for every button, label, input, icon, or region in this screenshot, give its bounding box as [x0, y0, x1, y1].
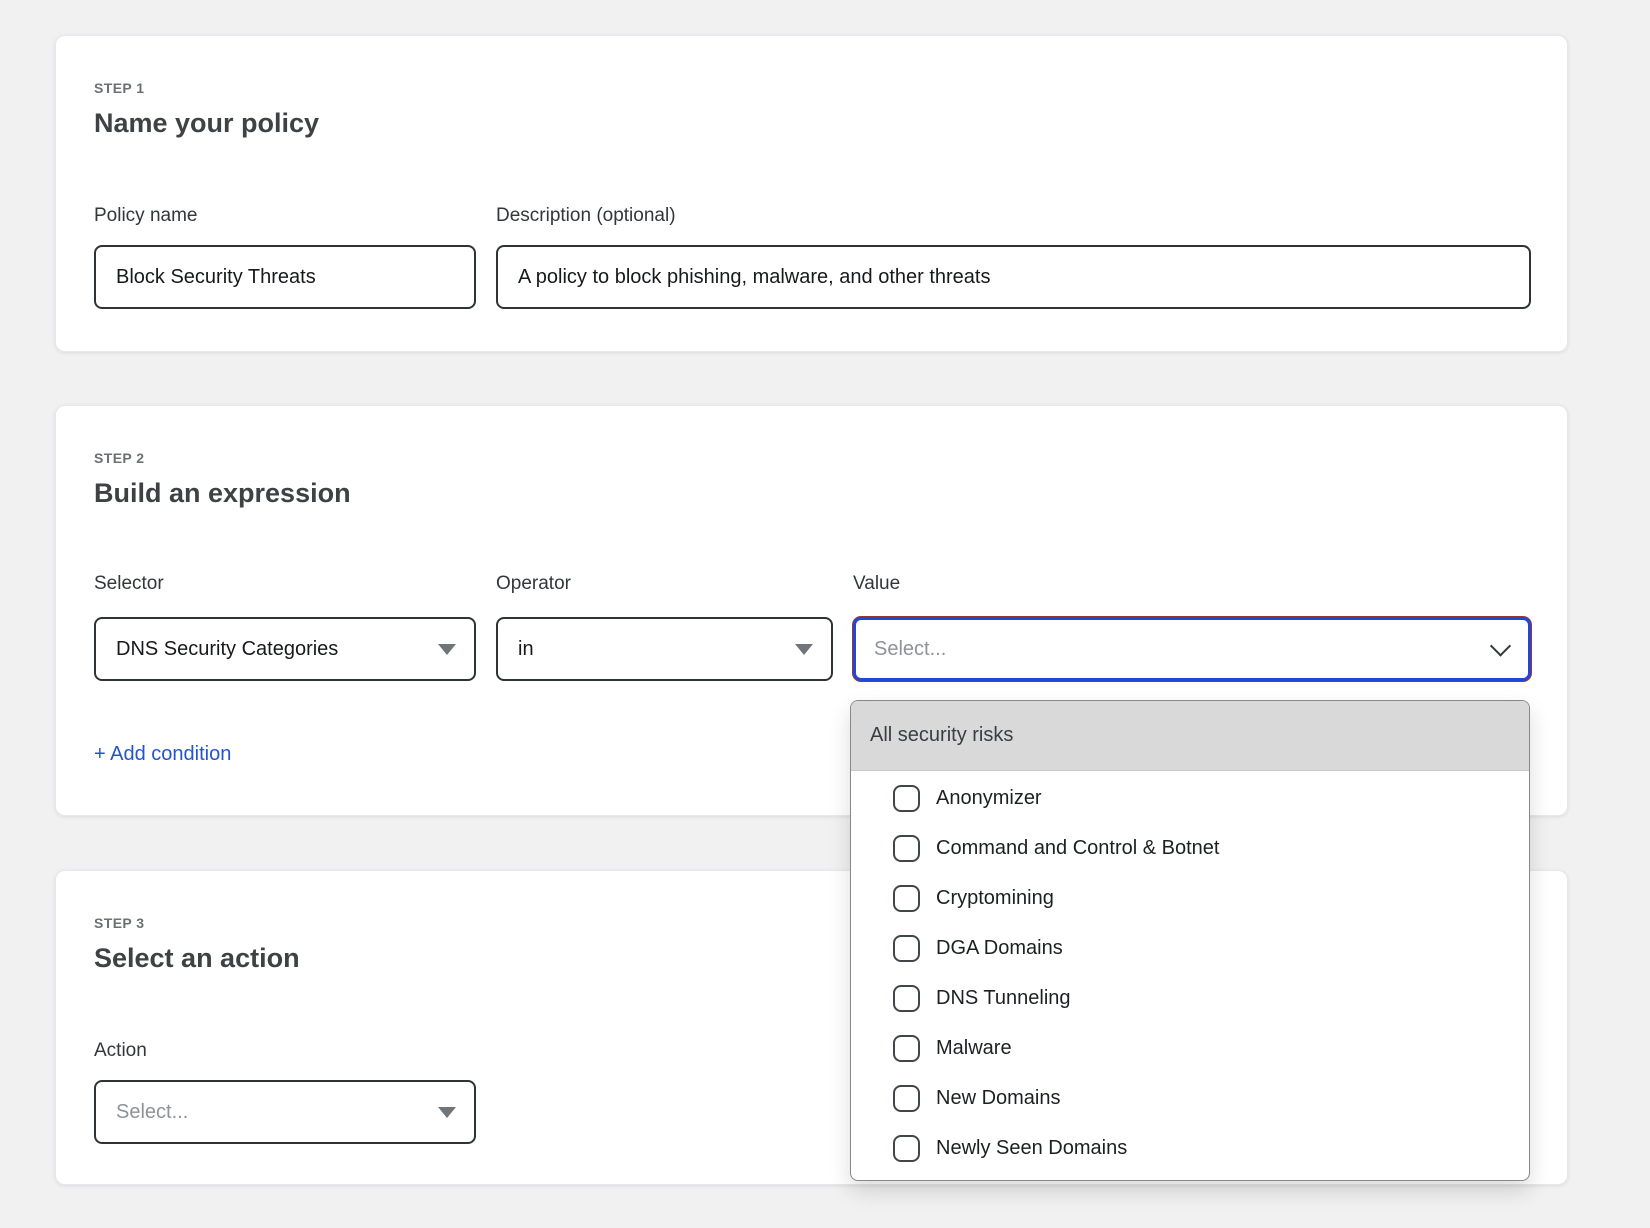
- checkbox-unchecked-icon[interactable]: [893, 985, 920, 1012]
- dropdown-option[interactable]: Malware: [851, 1023, 1529, 1073]
- dropdown-option[interactable]: DGA Domains: [851, 923, 1529, 973]
- checkbox-unchecked-icon[interactable]: [893, 1135, 920, 1162]
- selector-select-value: DNS Security Categories: [116, 638, 338, 661]
- step1-title: Name your policy: [94, 108, 1529, 139]
- action-label: Action: [94, 1040, 476, 1062]
- policy-name-label: Policy name: [94, 205, 476, 227]
- dropdown-option[interactable]: New Domains: [851, 1073, 1529, 1123]
- checkbox-unchecked-icon[interactable]: [893, 885, 920, 912]
- add-condition-link[interactable]: + Add condition: [94, 743, 231, 766]
- value-dropdown-panel: All security risks Anonymizer Command an…: [850, 700, 1530, 1181]
- step2-label: STEP 2: [94, 450, 1529, 466]
- value-label: Value: [853, 573, 1531, 595]
- dropdown-option[interactable]: Newly Seen Domains: [851, 1123, 1529, 1173]
- checkbox-unchecked-icon[interactable]: [893, 1085, 920, 1112]
- dropdown-option-all-security-risks[interactable]: All security risks: [851, 701, 1529, 771]
- action-select[interactable]: Select...: [94, 1080, 476, 1144]
- policy-name-input[interactable]: [94, 245, 476, 309]
- step2-title: Build an expression: [94, 478, 1529, 509]
- step1-label: STEP 1: [94, 80, 1529, 96]
- dropdown-option[interactable]: Command and Control & Botnet: [851, 823, 1529, 873]
- description-label: Description (optional): [496, 205, 1531, 227]
- operator-label: Operator: [496, 573, 833, 595]
- selector-select[interactable]: DNS Security Categories: [94, 617, 476, 681]
- operator-select[interactable]: in: [496, 617, 833, 681]
- caret-down-icon: [438, 1107, 456, 1118]
- value-multiselect[interactable]: Select...: [853, 617, 1531, 681]
- checkbox-unchecked-icon[interactable]: [893, 785, 920, 812]
- description-input[interactable]: [496, 245, 1531, 309]
- checkbox-unchecked-icon[interactable]: [893, 1035, 920, 1062]
- selector-label: Selector: [94, 573, 476, 595]
- value-placeholder: Select...: [874, 638, 946, 661]
- operator-select-value: in: [518, 638, 534, 661]
- dropdown-option[interactable]: DNS Tunneling: [851, 973, 1529, 1023]
- chevron-down-icon: [1490, 635, 1511, 656]
- dropdown-option[interactable]: Cryptomining: [851, 873, 1529, 923]
- checkbox-unchecked-icon[interactable]: [893, 935, 920, 962]
- caret-down-icon: [795, 644, 813, 655]
- step1-card: STEP 1 Name your policy Policy name Desc…: [55, 35, 1568, 352]
- checkbox-unchecked-icon[interactable]: [893, 835, 920, 862]
- value-dropdown-list: Anonymizer Command and Control & Botnet …: [851, 771, 1529, 1173]
- action-placeholder: Select...: [116, 1101, 188, 1124]
- dropdown-option[interactable]: Anonymizer: [851, 773, 1529, 823]
- caret-down-icon: [438, 644, 456, 655]
